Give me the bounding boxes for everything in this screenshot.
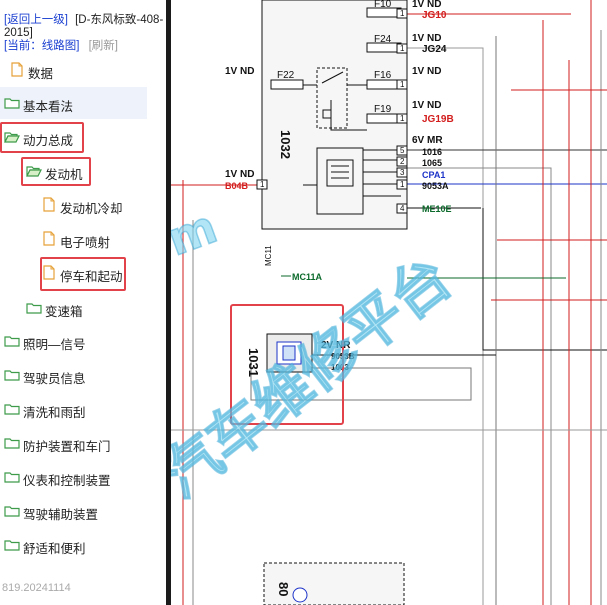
tree-item-basic-views[interactable]: 基本看法 [0,87,147,119]
highlight-box [21,157,91,186]
navigation-pane: [返回上一级] [D-东风标致-408-2015] [当前：线路图] [刷新] … [0,0,166,605]
fuse-label: F24 [374,34,392,45]
wiring-diagram-viewer[interactable]: 1032 F10 F24 F22 F16 F19 5 2 3 1 4 1 1 1… [171,0,607,605]
pin-number: 1 [400,80,405,89]
tree-item-label: 发动机冷却 [60,202,123,216]
wire-label: JG10 [422,10,447,21]
wire-label: 1016 [422,147,442,157]
tree-item-label: 电子喷射 [60,236,111,250]
folder-icon [26,303,42,314]
wire-label: 1065 [422,158,442,168]
voltage-label: 1V ND [412,100,441,111]
tree-item-electronic-injection[interactable]: 电子喷射 [0,223,150,255]
tree-item-driving-assist[interactable]: 驾驶辅助装置 [0,495,150,527]
wiring-diagram: 1032 F10 F24 F22 F16 F19 5 2 3 1 4 1 1 1… [171,0,607,605]
file-icon [11,62,23,77]
folder-icon [4,540,20,551]
voltage-label: 1V ND [225,169,254,180]
tree-item-protection-doors[interactable]: 防护装置和车门 [0,427,150,459]
folder-icon [4,506,20,517]
pin-number: 1 [400,114,405,123]
voltage-label: 1V ND [225,66,254,77]
watermark-fragment: m [171,199,224,266]
current-suffix: ] [76,40,80,52]
snowflake-icon [292,587,308,603]
wire-label: JG19B [422,114,454,125]
folder-icon [4,98,20,109]
pin-number: 4 [400,204,405,213]
tree-item-label: 数据 [28,67,54,81]
pin-number: 3 [400,168,405,177]
nav-header: [返回上一级] [D-东风标致-408-2015] [当前：线路图] [刷新] [4,14,164,53]
fuse-label: F22 [277,70,295,81]
wire-label: CPA1 [422,170,445,180]
tree-item-instruments-controls[interactable]: 仪表和控制装置 [0,461,150,493]
tree-item-data[interactable]: 数据 [0,54,150,86]
tree-item-label: 舒适和便利 [23,542,86,556]
tree-item-label: 驾驶辅助装置 [23,508,99,522]
pin-number: 1 [260,180,265,189]
version-label: 819.20241114 [2,582,71,594]
tree-item-wash-wipe[interactable]: 清洗和雨刮 [0,393,150,425]
module-1032-label: 1032 [278,130,293,159]
fuse-label: F16 [374,70,392,81]
tree-item-label: 变速箱 [45,305,83,319]
folder-icon [4,438,20,449]
fuse-label: F19 [374,104,392,115]
back-link[interactable]: [返回上一级] [4,14,68,26]
watermark-text: 汽车维修平台 [171,243,464,511]
pin-number: 1 [400,180,405,189]
wire-label: B04B [225,181,249,191]
tree-item-label: 驾驶员信息 [23,372,86,386]
tree-item-label: 基本看法 [23,100,74,114]
folder-icon [4,336,20,347]
wire-label: JG24 [422,44,447,55]
folder-icon [4,404,20,415]
voltage-label: 1V ND [412,33,441,44]
folder-icon [4,472,20,483]
tree-item-label: 清洗和雨刮 [23,406,86,420]
wire-label: MC11A [292,272,323,282]
folder-icon [4,370,20,381]
tree-item-label: 防护装置和车门 [23,440,111,454]
tree-item-engine-cooling[interactable]: 发动机冷却 [0,189,150,221]
voltage-label: 1V ND [412,66,441,77]
voltage-label: 1V ND [412,0,441,10]
tree-item-label: 仪表和控制装置 [23,474,111,488]
tree-item-lighting-signal[interactable]: 照明—信号 [0,325,150,357]
voltage-label: 6V MR [412,135,443,146]
current-value: 线路图 [41,40,77,52]
tree-item-driver-info[interactable]: 驾驶员信息 [0,359,150,391]
module-80-label: 80 [276,582,291,596]
current-view-link[interactable]: [当前：线路图] [4,40,79,52]
tree-item-label: 照明—信号 [23,338,86,352]
file-icon [43,231,55,246]
connector-label: MC11 [264,245,273,266]
wire-label: ME10E [422,204,452,214]
fuse-label: F10 [374,0,392,10]
wire-label: 9053A [422,181,449,191]
tree-item-gearbox[interactable]: 变速箱 [0,292,150,324]
highlight-box [0,122,84,153]
pin-number: 1 [400,9,405,18]
pin-number: 2 [400,157,405,166]
refresh-link[interactable]: [刷新] [89,40,118,52]
tree-item-comfort[interactable]: 舒适和便利 [0,529,150,561]
pin-number: 1 [400,44,405,53]
pin-number: 5 [400,146,405,155]
current-prefix: [当前： [4,40,42,52]
highlight-box [40,257,126,291]
file-icon [43,197,55,212]
